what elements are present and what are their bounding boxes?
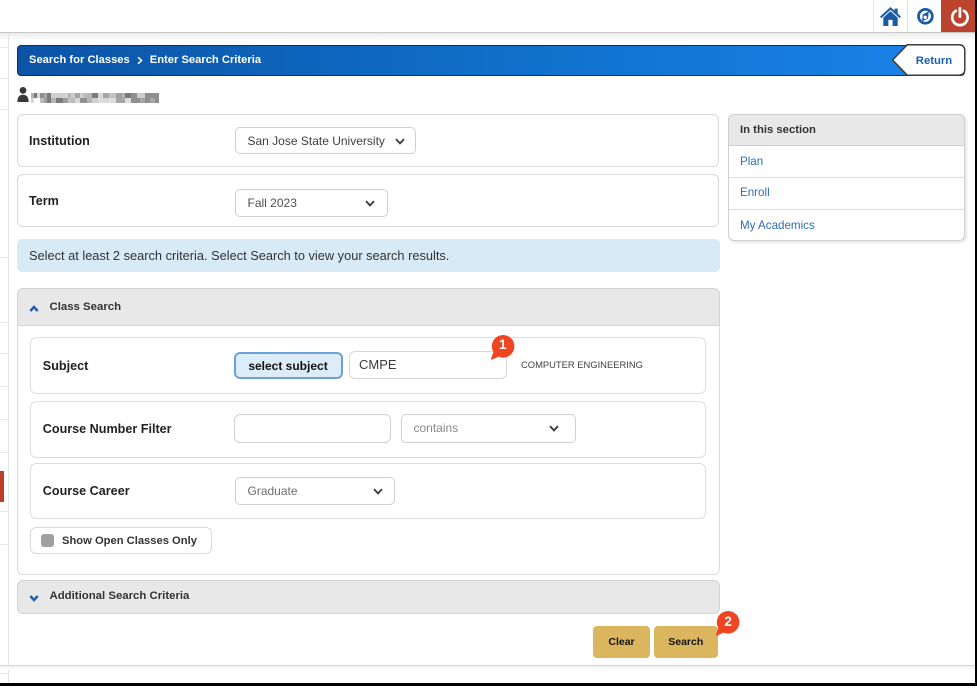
svg-text:Return: Return <box>916 55 952 67</box>
